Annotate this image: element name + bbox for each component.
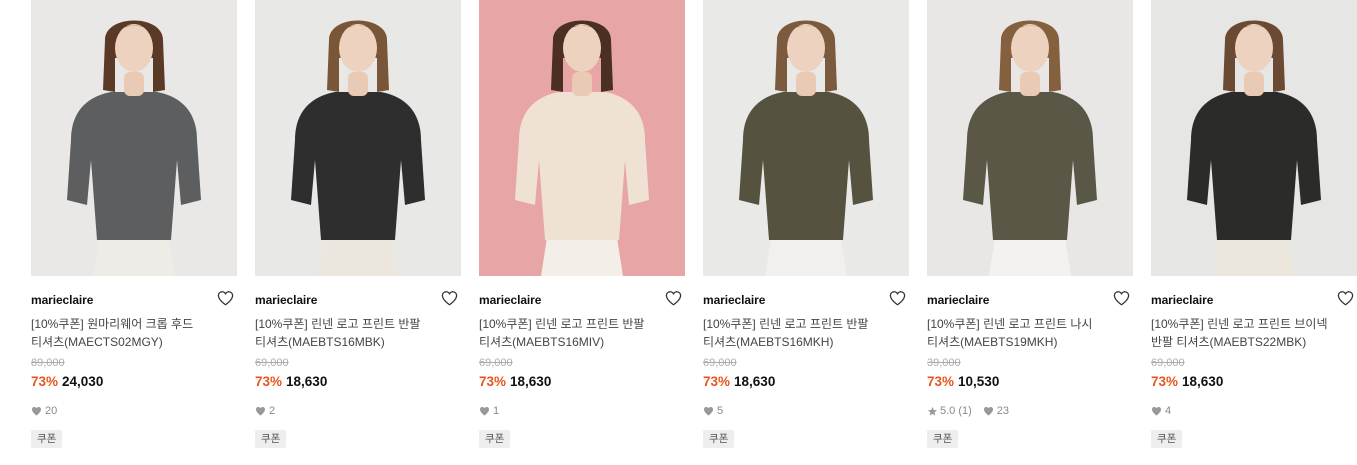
wishlist-heart-icon[interactable] [665, 290, 683, 308]
model-photo [703, 0, 909, 276]
coupon-badge: 쿠폰 [31, 430, 63, 448]
discount-rate: 73% [31, 374, 59, 389]
meta-row: 20 [31, 404, 237, 418]
product-card[interactable]: marieclaire [10%쿠폰] 린넨 로고 프린트 브이넥 반팔 티셔츠… [1151, 0, 1357, 448]
sale-price: 18,630 [734, 374, 776, 389]
like-count-heart-icon [479, 406, 490, 416]
coupon-badge: 쿠폰 [703, 430, 735, 448]
product-card[interactable]: marieclaire [10%쿠폰] 린넨 로고 프린트 반팔 티셔츠(MAE… [255, 0, 461, 448]
model-photo [1151, 0, 1357, 276]
model-photo [31, 0, 237, 276]
sale-price: 18,630 [510, 374, 552, 389]
product-title[interactable]: [10%쿠폰] 원마리웨어 크롭 후드 티셔츠(MAECTS02MGY) [31, 315, 237, 351]
discount-rate: 73% [1151, 374, 1179, 389]
discount-rate: 73% [703, 374, 731, 389]
product-card[interactable]: marieclaire [10%쿠폰] 린넨 로고 프린트 반팔 티셔츠(MAE… [479, 0, 685, 448]
brand-name[interactable]: marieclaire [255, 293, 317, 307]
product-title-line: [10%쿠폰] 원마리웨어 크롭 후드 [31, 317, 194, 331]
wishlist-heart-icon[interactable] [441, 290, 459, 308]
star-icon [927, 406, 938, 416]
product-card[interactable]: marieclaire [10%쿠폰] 린넨 로고 프린트 나시 티셔츠(MAE… [927, 0, 1133, 448]
original-price: 69,000 [479, 357, 513, 369]
wishlist-heart-icon[interactable] [1337, 290, 1355, 308]
sale-price: 18,630 [286, 374, 328, 389]
product-title[interactable]: [10%쿠폰] 린넨 로고 프린트 반팔 티셔츠(MAEBTS16MKH) [703, 315, 909, 351]
product-title-line: 티셔츠(MAEBTS16MBK) [255, 335, 385, 349]
like-count-heart-icon [255, 406, 266, 416]
product-title-line: [10%쿠폰] 린넨 로고 프린트 반팔 [703, 317, 869, 331]
like-count: 1 [493, 405, 500, 417]
wishlist-heart-icon[interactable] [1113, 290, 1131, 308]
product-grid: marieclaire [10%쿠폰] 원마리웨어 크롭 후드 티셔츠(MAEC… [0, 0, 1357, 465]
model-photo [479, 0, 685, 276]
original-price: 69,000 [255, 357, 289, 369]
brand-name[interactable]: marieclaire [479, 293, 541, 307]
model-photo [255, 0, 461, 276]
model-photo [927, 0, 1133, 276]
meta-row: 2 [255, 404, 461, 418]
coupon-badge: 쿠폰 [927, 430, 959, 448]
like-count-heart-icon [983, 406, 994, 416]
product-image[interactable] [255, 0, 461, 276]
meta-row: 5.0 (1) 23 [927, 404, 1133, 418]
product-title-line: [10%쿠폰] 린넨 로고 프린트 반팔 [255, 317, 421, 331]
original-price: 69,000 [703, 357, 737, 369]
like-count: 2 [269, 405, 276, 417]
meta-row: 1 [479, 404, 685, 418]
product-title[interactable]: [10%쿠폰] 린넨 로고 프린트 나시 티셔츠(MAEBTS19MKH) [927, 315, 1133, 351]
product-card[interactable]: marieclaire [10%쿠폰] 린넨 로고 프린트 반팔 티셔츠(MAE… [703, 0, 909, 448]
wishlist-heart-icon[interactable] [889, 290, 907, 308]
product-title-line: [10%쿠폰] 린넨 로고 프린트 브이넥 [1151, 317, 1328, 331]
like-count: 4 [1165, 405, 1172, 417]
discount-rate: 73% [255, 374, 283, 389]
like-count-heart-icon [1151, 406, 1162, 416]
product-title-line: [10%쿠폰] 린넨 로고 프린트 나시 [927, 317, 1093, 331]
sale-price: 24,030 [62, 374, 104, 389]
coupon-badge: 쿠폰 [1151, 430, 1183, 448]
like-count: 20 [45, 405, 58, 417]
product-title-line: 반팔 티셔츠(MAEBTS22MBK) [1151, 335, 1307, 349]
product-title-line: [10%쿠폰] 린넨 로고 프린트 반팔 [479, 317, 645, 331]
original-price: 89,000 [31, 357, 65, 369]
product-title-line: 티셔츠(MAEBTS19MKH) [927, 335, 1058, 349]
product-card[interactable]: marieclaire [10%쿠폰] 원마리웨어 크롭 후드 티셔츠(MAEC… [31, 0, 237, 448]
original-price: 39,000 [927, 357, 961, 369]
product-image[interactable] [31, 0, 237, 276]
product-title-line: 티셔츠(MAECTS02MGY) [31, 335, 163, 349]
sale-price: 10,530 [958, 374, 1000, 389]
brand-name[interactable]: marieclaire [1151, 293, 1213, 307]
brand-name[interactable]: marieclaire [31, 293, 93, 307]
product-title[interactable]: [10%쿠폰] 린넨 로고 프린트 반팔 티셔츠(MAEBTS16MIV) [479, 315, 685, 351]
product-image[interactable] [703, 0, 909, 276]
discount-rate: 73% [927, 374, 955, 389]
wishlist-heart-icon[interactable] [217, 290, 235, 308]
discount-rate: 73% [479, 374, 507, 389]
coupon-badge: 쿠폰 [255, 430, 287, 448]
product-title-line: 티셔츠(MAEBTS16MIV) [479, 335, 605, 349]
product-title[interactable]: [10%쿠폰] 린넨 로고 프린트 반팔 티셔츠(MAEBTS16MBK) [255, 315, 461, 351]
product-title[interactable]: [10%쿠폰] 린넨 로고 프린트 브이넥 반팔 티셔츠(MAEBTS22MBK… [1151, 315, 1357, 351]
product-image[interactable] [927, 0, 1133, 276]
brand-name[interactable]: marieclaire [927, 293, 989, 307]
product-image[interactable] [479, 0, 685, 276]
rating-value: 5.0 (1) [940, 405, 972, 417]
like-count: 5 [717, 405, 724, 417]
like-count-heart-icon [703, 406, 714, 416]
like-count-heart-icon [31, 406, 42, 416]
like-count: 23 [996, 405, 1010, 417]
original-price: 69,000 [1151, 357, 1185, 369]
coupon-badge: 쿠폰 [479, 430, 511, 448]
product-title-line: 티셔츠(MAEBTS16MKH) [703, 335, 834, 349]
sale-price: 18,630 [1182, 374, 1224, 389]
brand-name[interactable]: marieclaire [703, 293, 765, 307]
rating: 5.0 (1) [927, 405, 980, 417]
product-image[interactable] [1151, 0, 1357, 276]
meta-row: 4 [1151, 404, 1357, 418]
meta-row: 5 [703, 404, 909, 418]
